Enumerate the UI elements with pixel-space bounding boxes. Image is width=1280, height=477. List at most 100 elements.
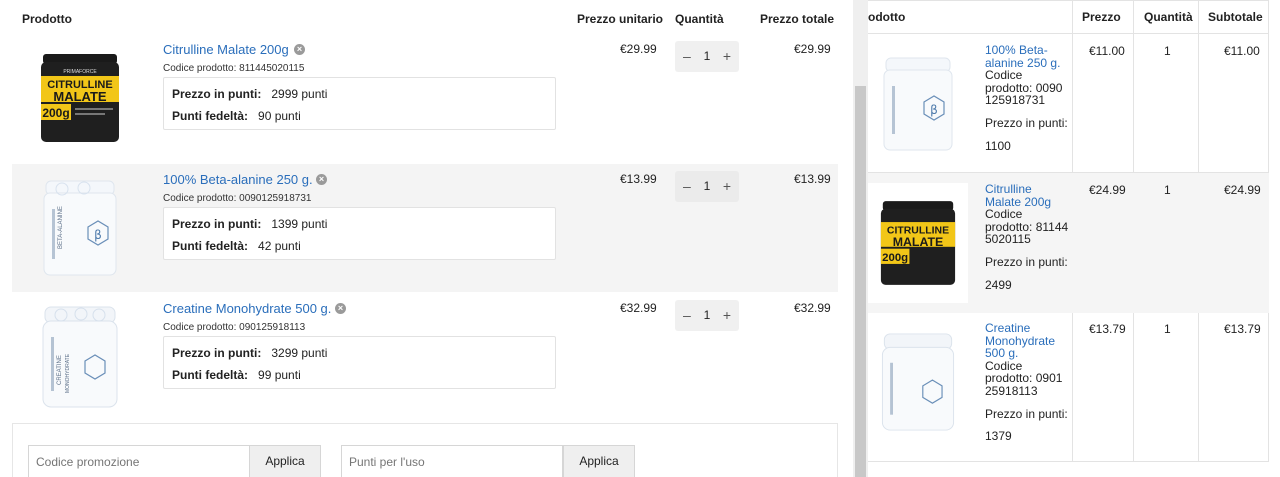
points-price-value: 1100	[985, 138, 1011, 153]
loyalty-points-label: Punti fedeltà:	[172, 109, 249, 123]
points-price-label: Prezzo in punti:	[985, 254, 1068, 269]
product-image[interactable]: CITRULLINE MALATE 200g	[868, 183, 968, 303]
product-code: Codice prodotto: 0090125918731	[163, 193, 312, 204]
header-subtotal: Subtotale	[1208, 10, 1263, 24]
header-total-price: Prezzo totale	[760, 12, 835, 26]
header-product: odotto	[868, 10, 906, 24]
loyalty-points-line: Punti fedeltà: 99 punti	[172, 368, 301, 382]
unit-price: €29.99	[620, 42, 657, 56]
points-price-label: Prezzo in punti:	[172, 87, 262, 101]
points-price-line: Prezzo in punti: 1399 punti	[172, 217, 327, 231]
svg-text:BETA-ALANINE: BETA-ALANINE	[58, 206, 64, 249]
points-price-value: 2999 punti	[271, 87, 328, 101]
cart-row: CREATINE MONOHYDRATE Creatine Monohydrat…	[12, 293, 838, 421]
product-name-link[interactable]: Citrulline Malate 200g	[985, 182, 1051, 209]
loyalty-points-line: Punti fedeltà: 42 punti	[172, 239, 301, 253]
quantity: 1	[1164, 183, 1171, 197]
product-name-link[interactable]: Creatine Monohydrate 500 g.	[985, 321, 1055, 360]
remove-item-icon[interactable]: ×	[294, 44, 305, 55]
product-description: Creatine Monohydrate 500 g. Codice prodo…	[985, 322, 1069, 443]
remove-item-icon[interactable]: ×	[316, 174, 327, 185]
unit-price: €13.99	[620, 172, 657, 186]
points-price-value: 3299 punti	[271, 346, 328, 360]
product-image[interactable]: β	[868, 44, 968, 164]
product-code-label: Codice prodotto:	[985, 68, 1033, 95]
svg-text:β: β	[94, 228, 102, 242]
loyalty-points-value: 42 punti	[258, 239, 301, 253]
loyalty-points-line: Punti fedeltà: 90 punti	[172, 109, 301, 123]
product-name-link[interactable]: 100% Beta-alanine 250 g.	[163, 172, 313, 187]
quantity: 1	[1164, 44, 1171, 58]
header-quantity: Quantità	[675, 12, 724, 26]
price: €13.79	[1089, 322, 1126, 336]
vertical-scrollbar[interactable]	[853, 0, 868, 477]
product-image[interactable]: PRIMAFORCE CITRULLINE MALATE 200g	[28, 46, 132, 150]
quantity-stepper: – 1 +	[675, 300, 739, 331]
product-image[interactable]	[868, 322, 968, 442]
subtotal: €24.99	[1224, 183, 1261, 197]
cart-row: PRIMAFORCE CITRULLINE MALATE 200g Citrul…	[12, 34, 838, 162]
product-image[interactable]: CREATINE MONOHYDRATE	[28, 305, 132, 409]
points-price-label: Prezzo in punti:	[172, 217, 262, 231]
points-price-value: 1399 punti	[271, 217, 328, 231]
svg-text:MONOHYDRATE: MONOHYDRATE	[65, 353, 71, 393]
row-total: €32.99	[794, 301, 831, 315]
points-price-line: Prezzo in punti: 2999 punti	[172, 87, 327, 101]
svg-text:MALATE: MALATE	[53, 89, 107, 104]
points-box: Prezzo in punti: 2999 punti Punti fedelt…	[163, 77, 556, 130]
product-code-label: Codice prodotto:	[985, 358, 1033, 386]
points-price-label: Prezzo in punti:	[985, 406, 1068, 421]
product-name-link[interactable]: 100% Beta-alanine 250 g.	[985, 43, 1060, 70]
beta-alanine-jar-icon: BETA-ALANINE β	[43, 180, 117, 276]
svg-text:200g: 200g	[882, 252, 908, 264]
loyalty-points-label: Punti fedeltà:	[172, 368, 249, 382]
points-input[interactable]	[341, 445, 563, 477]
product-name-link[interactable]: Citrulline Malate 200g	[163, 42, 289, 57]
product-name-link[interactable]: Creatine Monohydrate 500 g.	[163, 301, 331, 316]
points-box: Prezzo in punti: 1399 punti Punti fedelt…	[163, 207, 556, 260]
cart-row: BETA-ALANINE β 100% Beta-alanine 250 g. …	[12, 164, 838, 292]
product-description: Citrulline Malate 200g Codice prodotto: …	[985, 183, 1069, 291]
product-code: Codice prodotto: 811445020115	[163, 63, 305, 74]
quantity-stepper: – 1 +	[675, 41, 739, 72]
svg-text:200g: 200g	[42, 106, 69, 120]
points-price-line: Prezzo in punti: 3299 punti	[172, 346, 327, 360]
svg-text:PRIMAFORCE: PRIMAFORCE	[63, 69, 97, 75]
subtotal: €13.79	[1224, 322, 1261, 336]
header-unit-price: Prezzo unitario	[577, 12, 664, 26]
cart-header: Prodotto Prezzo unitario Quantità Prezzo…	[0, 0, 853, 36]
svg-text:β: β	[930, 103, 938, 117]
header-price: Prezzo	[1082, 10, 1121, 24]
creatine-jar-icon	[881, 333, 955, 431]
loyalty-points-value: 90 punti	[258, 109, 301, 123]
order-summary-table: odotto Prezzo Quantità Subtotale β 100% …	[868, 0, 1280, 477]
promo-section: Applica Applica	[12, 423, 838, 477]
scrollbar-thumb[interactable]	[855, 86, 866, 477]
qty-plus-button[interactable]: +	[723, 48, 731, 64]
product-description: 100% Beta-alanine 250 g. Codice prodotto…	[985, 44, 1069, 152]
product-image[interactable]: BETA-ALANINE β	[28, 176, 132, 280]
apply-points-button[interactable]: Applica	[563, 445, 635, 477]
creatine-jar-icon: CREATINE MONOHYDRATE	[42, 306, 118, 408]
qty-plus-button[interactable]: +	[723, 307, 731, 323]
header-product: Prodotto	[22, 12, 72, 26]
table-row: β 100% Beta-alanine 250 g. Codice prodot…	[868, 34, 1269, 174]
qty-plus-button[interactable]: +	[723, 178, 731, 194]
row-total: €29.99	[794, 42, 831, 56]
row-total: €13.99	[794, 172, 831, 186]
cart-panel: Prodotto Prezzo unitario Quantità Prezzo…	[0, 0, 853, 477]
svg-text:CREATINE: CREATINE	[57, 355, 63, 385]
points-price-label: Prezzo in punti:	[985, 115, 1068, 130]
coupon-input[interactable]	[28, 445, 250, 477]
quantity-stepper: – 1 +	[675, 171, 739, 202]
apply-coupon-button[interactable]: Applica	[249, 445, 321, 477]
product-code: Codice prodotto: 090125918113	[163, 322, 306, 333]
points-price-value: 2499	[985, 277, 1012, 292]
loyalty-points-value: 99 punti	[258, 368, 301, 382]
quantity: 1	[1164, 322, 1171, 336]
table-row: Creatine Monohydrate 500 g. Codice prodo…	[868, 312, 1269, 452]
remove-item-icon[interactable]: ×	[335, 303, 346, 314]
price: €11.00	[1089, 44, 1125, 58]
product-code-label: Codice prodotto:	[985, 207, 1033, 234]
header-quantity: Quantità	[1144, 10, 1193, 24]
